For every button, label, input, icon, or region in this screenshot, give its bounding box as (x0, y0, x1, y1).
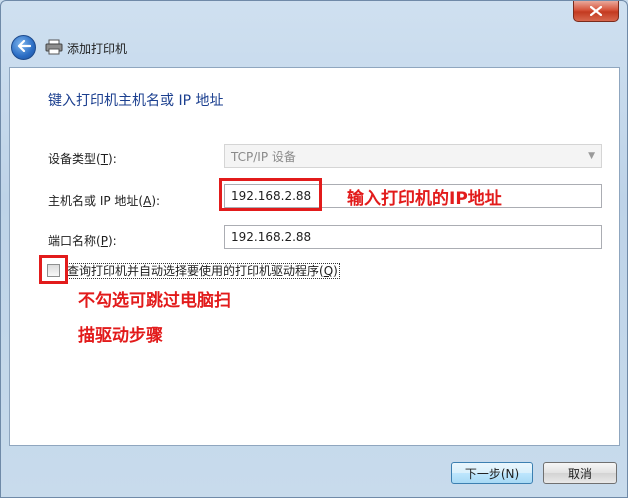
content-panel: 键入打印机主机名或 IP 地址 设备类型(T): TCP/IP 设备 ▼ 主机名… (9, 67, 620, 446)
cancel-button[interactable]: 取消 (543, 462, 617, 484)
close-button[interactable] (573, 1, 619, 22)
next-button[interactable]: 下一步(N) (451, 462, 533, 484)
checkbox-annotation-line1: 不勾选可跳过电脑扫 (78, 291, 231, 311)
printer-icon (45, 39, 63, 55)
close-icon (590, 6, 602, 16)
hostname-label: 主机名或 IP 地址(A): (48, 194, 161, 208)
hostname-highlight-box (219, 178, 322, 211)
port-label: 端口名称(P): (48, 234, 117, 248)
port-input[interactable]: 192.168.2.88 (224, 225, 602, 249)
navigation-bar: 添加打印机 (2, 29, 626, 65)
nav-title: 添加打印机 (67, 42, 128, 56)
checkbox-highlight-box (39, 255, 68, 284)
device-type-label: 设备类型(T): (48, 152, 117, 166)
dialog-window: 添加打印机 键入打印机主机名或 IP 地址 设备类型(T): TCP/IP 设备… (0, 0, 628, 498)
device-type-select[interactable]: TCP/IP 设备 ▼ (224, 144, 602, 168)
page-heading: 键入打印机主机名或 IP 地址 (48, 93, 224, 109)
dialog-footer: 下一步(N) 取消 (2, 447, 628, 497)
device-type-value: TCP/IP 设备 (231, 149, 296, 164)
chevron-down-icon: ▼ (588, 151, 595, 161)
back-arrow-icon (17, 39, 31, 55)
checkbox-annotation-line2: 描驱动步骤 (78, 326, 163, 346)
back-button[interactable] (11, 35, 36, 60)
port-value: 192.168.2.88 (231, 230, 312, 244)
ip-annotation: 输入打印机的IP地址 (347, 189, 502, 209)
query-driver-label[interactable]: 查询打印机并自动选择要使用的打印机驱动程序(Q) (65, 263, 340, 279)
